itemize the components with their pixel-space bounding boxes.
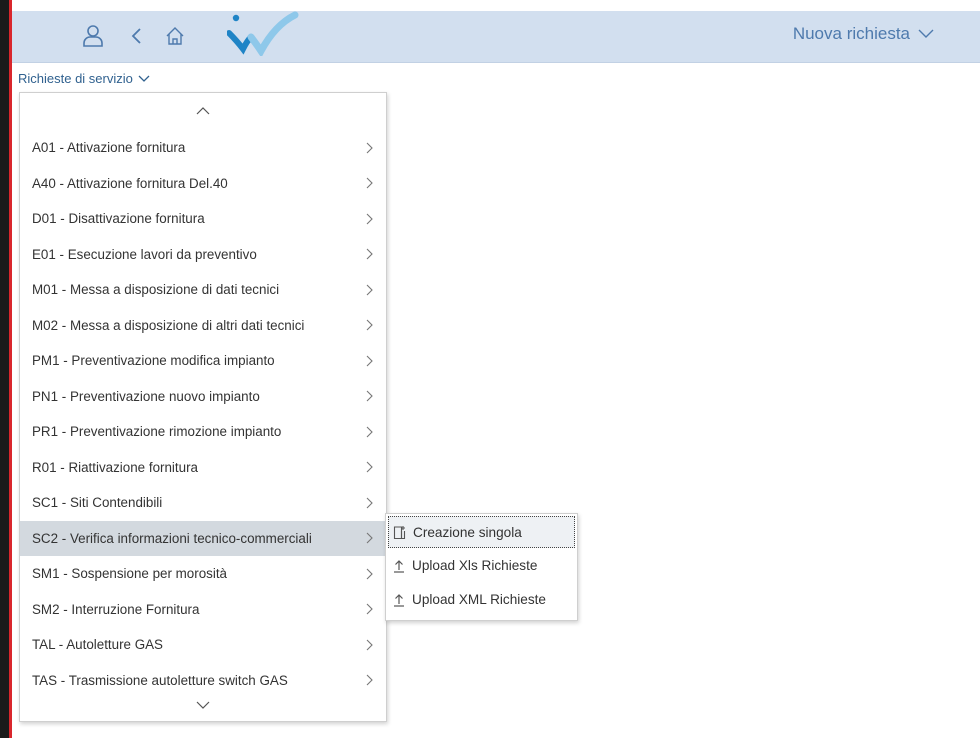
chevron-right-icon [366,461,373,473]
menu-item[interactable]: SC2 - Verifica informazioni tecnico-comm… [20,520,386,556]
menu-item-label: E01 - Esecuzione lavori da preventivo [32,246,257,262]
back-icon[interactable] [124,23,150,49]
chevron-right-icon [366,355,373,367]
menu-item[interactable]: A40 - Attivazione fornitura Del.40 [20,166,386,202]
upload-icon [394,559,404,573]
menu-item-label: A01 - Attivazione fornitura [32,140,186,156]
menu-item-label: D01 - Disattivazione fornitura [32,211,205,227]
menu-item-label: SM1 - Sospensione per morosità [32,566,228,582]
upload-xls-menu-item[interactable]: Upload Xls Richieste [386,548,577,582]
menu-item-label: SM2 - Interruzione Fornitura [32,601,200,617]
menu-scroll-up-button[interactable] [20,97,386,125]
upload-xml-label: Upload XML Richieste [412,591,546,607]
menu-item-label: R01 - Riattivazione fornitura [32,459,198,475]
menu-item[interactable]: M01 - Messa a disposizione di dati tecni… [20,272,386,308]
chevron-right-icon [366,248,373,260]
menu-item-label: PN1 - Preventivazione nuovo impianto [32,388,260,404]
upload-xls-label: Upload Xls Richieste [412,557,538,573]
menu-item-label: SC2 - Verifica informazioni tecnico-comm… [32,530,312,546]
menu-item[interactable]: PM1 - Preventivazione modifica impianto [20,343,386,379]
menu-item[interactable]: E01 - Esecuzione lavori da preventivo [20,237,386,273]
menu-item-label: M01 - Messa a disposizione di dati tecni… [32,282,280,298]
menu-item[interactable]: SM1 - Sospensione per morosità [20,556,386,592]
chevron-right-icon [366,390,373,402]
service-requests-menu: A01 - Attivazione fornitura A40 - Attivaz… [19,92,387,722]
menu-item[interactable]: M02 - Messa a disposizione di altri dati… [20,308,386,344]
chevron-right-icon [366,284,373,296]
menu-item[interactable]: A01 - Attivazione fornitura [20,130,386,166]
menu-item-label: TAS - Trasmissione autoletture switch GA… [32,672,288,688]
menu-item[interactable]: PR1 - Preventivazione rimozione impianto [20,414,386,450]
create-single-menu-item[interactable]: Creazione singola [388,516,575,548]
menu-item-label: TAL - Autoletture GAS [32,637,163,653]
chevron-right-icon [366,319,373,331]
home-icon[interactable] [162,23,188,49]
menu-item-label: SC1 - Siti Contendibili [32,495,163,511]
menu-item[interactable]: R01 - Riattivazione fornitura [20,450,386,486]
chevron-right-icon [366,213,373,225]
chevron-right-icon [366,177,373,189]
menu-items: A01 - Attivazione fornitura A40 - Attivaz… [20,130,386,698]
chevron-down-icon [138,75,150,82]
upload-icon [394,593,404,607]
chevron-right-icon [366,674,373,686]
menu-scroll-down-button[interactable] [20,691,386,719]
chevron-right-icon [366,532,373,544]
new-request-menu-button[interactable]: Nuova richiesta [793,24,934,44]
menu-item[interactable]: D01 - Disattivazione fornitura [20,201,386,237]
left-edge-dark [0,0,9,738]
left-edge-accent [9,0,12,738]
menu-item[interactable]: PN1 - Preventivazione nuovo impianto [20,379,386,415]
request-submenu: Creazione singola Upload Xls Richieste U… [385,513,578,621]
chevron-right-icon [366,142,373,154]
user-icon[interactable] [80,23,106,49]
menu-item-label: PM1 - Preventivazione modifica impianto [32,353,275,369]
header-title: Nuova richiesta [792,24,910,43]
create-single-label: Creazione singola [413,524,522,540]
menu-item-label: M02 - Messa a disposizione di altri dati… [32,317,305,333]
chevron-down-icon [918,29,934,38]
new-document-icon [393,525,406,539]
logo-check-icon [227,11,299,56]
chevron-right-icon [366,568,373,580]
chevron-right-icon [366,603,373,615]
menu-item-label: PR1 - Preventivazione rimozione impianto [32,424,282,440]
service-requests-dropdown[interactable]: Richieste di servizio [18,71,150,86]
menu-item-label: A40 - Attivazione fornitura Del.40 [32,175,228,191]
upload-xml-menu-item[interactable]: Upload XML Richieste [386,582,577,616]
menu-item[interactable]: SM2 - Interruzione Fornitura [20,592,386,628]
menu-item[interactable]: TAL - Autoletture GAS [20,627,386,663]
menu-item[interactable]: SC1 - Siti Contendibili [20,485,386,521]
chevron-down-icon [196,701,210,709]
chevron-right-icon [366,426,373,438]
chevron-right-icon [366,497,373,509]
chevron-right-icon [366,639,373,651]
service-requests-label: Richieste di servizio [18,71,133,86]
shell-header: Nuova richiesta [12,11,980,63]
chevron-up-icon [196,107,210,115]
